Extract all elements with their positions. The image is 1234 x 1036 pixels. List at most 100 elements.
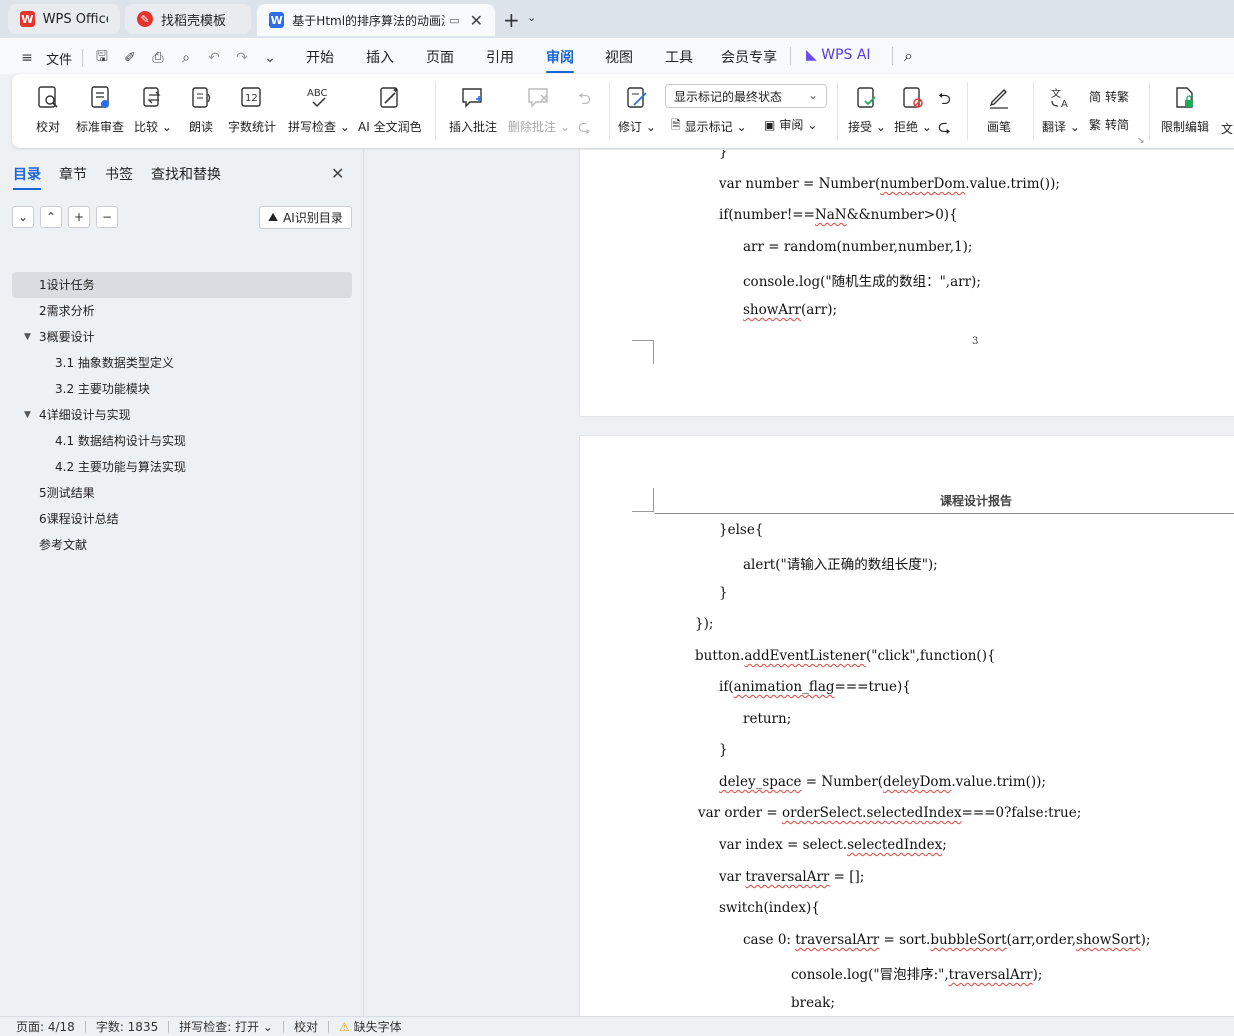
hamburger-icon[interactable]: ≡	[18, 50, 36, 66]
save-icon[interactable]: 🖫	[93, 46, 111, 70]
menu-review[interactable]: 审阅	[546, 47, 574, 73]
ai-polish-button[interactable]: ✦ AI 全文润色	[358, 84, 422, 135]
reject-button[interactable]: 拒绝 ⌄	[894, 84, 932, 135]
new-tab-icon[interactable]: +	[503, 8, 520, 32]
svg-text:✦: ✦	[392, 86, 399, 95]
document-page[interactable]: } var number = Number(numberDom.value.tr…	[580, 150, 1234, 416]
add-heading-button[interactable]: +	[68, 206, 90, 228]
prev-comment-icon[interactable]: ⮌	[578, 88, 591, 115]
code-line: if(animation_flag===true){	[719, 679, 911, 695]
menu-home[interactable]: 开始	[306, 47, 334, 67]
toc-item[interactable]: 2需求分析	[12, 298, 352, 324]
toc-toolbar: ⌄ ⌃ + −	[12, 206, 118, 228]
close-tab-icon[interactable]: ✕	[470, 11, 483, 30]
tab-sections[interactable]: 章节	[59, 164, 87, 190]
accept-label: 接受 ⌄	[848, 120, 886, 134]
spell-check-button[interactable]: ABC 拼写检查 ⌄	[288, 84, 350, 135]
next-change-icon[interactable]: ⮎	[938, 116, 951, 143]
menu-member[interactable]: 会员专享	[721, 47, 777, 67]
tab-toc[interactable]: 目录	[13, 164, 41, 190]
status-page[interactable]: 页面: 4/18	[0, 1018, 85, 1035]
review-pane-button[interactable]: ▣ 审阅 ⌄	[764, 116, 817, 133]
print-icon[interactable]: ⎙	[149, 50, 167, 66]
reject-label: 拒绝 ⌄	[894, 120, 932, 134]
standard-review-button[interactable]: 标准审查	[76, 84, 124, 135]
more-ribbon-button[interactable]: 文	[1221, 120, 1233, 137]
traditional-icon: 简	[1089, 90, 1102, 104]
prev-change-icon[interactable]: ⮌	[938, 88, 951, 115]
to-traditional-button[interactable]: 简转繁	[1089, 88, 1129, 105]
read-aloud-button[interactable]: 朗读	[187, 84, 215, 135]
print-preview-icon[interactable]: ⌕	[177, 50, 195, 66]
menu-view[interactable]: 视图	[605, 47, 633, 67]
status-spell-check[interactable]: 拼写检查: 打开 ⌄	[169, 1018, 283, 1035]
search-icon[interactable]: ⌕	[904, 46, 913, 66]
status-missing-font[interactable]: ⚠ 缺失字体	[329, 1018, 412, 1035]
menu-references[interactable]: 引用	[486, 47, 514, 67]
compare-button[interactable]: 比较 ⌄	[134, 84, 172, 135]
show-markup-button[interactable]: 🗎 显示标记 ⌄	[671, 116, 747, 137]
ai-toc-button[interactable]: ⛰ AI识别目录	[259, 206, 352, 229]
toc-item[interactable]: 5测试结果	[12, 480, 352, 506]
status-proof[interactable]: 校对	[284, 1018, 328, 1035]
proofread-button[interactable]: 校对	[34, 84, 62, 135]
close-pane-icon[interactable]: ✕	[331, 164, 344, 183]
remove-heading-button[interactable]: −	[96, 206, 118, 228]
toc-item[interactable]: 3.2 主要功能模块	[12, 376, 352, 402]
review-pane-icon: ▣	[764, 117, 776, 132]
delete-comment-button[interactable]: 删除批注 ⌄	[508, 84, 570, 135]
status-word-count[interactable]: 字数: 1835	[86, 1018, 168, 1035]
word-count-button[interactable]: 12 字数统计	[228, 84, 276, 135]
menu-tools[interactable]: 工具	[665, 47, 693, 67]
more-chevron-icon[interactable]: ⌄	[261, 50, 279, 66]
to-simplified-button[interactable]: 繁转简	[1089, 116, 1129, 133]
tab-template[interactable]: ✎ 找稻壳模板	[125, 4, 251, 34]
divider	[837, 82, 838, 140]
toc-item[interactable]: ▼ 3概要设计	[12, 324, 352, 350]
next-comment-icon[interactable]: ⮎	[578, 116, 591, 143]
toc-item[interactable]: 3.1 抽象数据类型定义	[12, 350, 352, 376]
toc-item[interactable]: 参考文献	[12, 532, 352, 558]
menu-wps-ai[interactable]: ◣ WPS AI	[806, 47, 871, 63]
restrict-edit-button[interactable]: 限制编辑	[1161, 84, 1209, 135]
expand-all-button[interactable]: ⌄	[12, 206, 34, 228]
code-line: var index = select.selectedIndex;	[719, 837, 947, 853]
code-token: deleyDom	[883, 774, 952, 790]
collapse-triangle-icon[interactable]: ▼	[24, 402, 31, 428]
ribbon-expand-icon[interactable]: ↘	[1137, 136, 1145, 146]
document-page[interactable]: 课程设计报告 }else{ alert("请输入正确的数组长度"); } });…	[580, 436, 1234, 1016]
markup-mode-select[interactable]: 显示标记的最终状态 ⌄	[665, 84, 827, 108]
tab-label: 基于Html的排序算法的动画演	[292, 13, 446, 28]
pen-button[interactable]: 画笔	[985, 84, 1013, 135]
tab-bookmarks[interactable]: 书签	[105, 164, 133, 190]
monitor-icon[interactable]: ▭	[449, 14, 459, 27]
toc-item[interactable]: 4.2 主要功能与算法实现	[12, 454, 352, 480]
file-menu[interactable]: 文件	[46, 49, 72, 68]
toc-item[interactable]: 1设计任务	[12, 272, 352, 298]
insert-comment-button[interactable]: 插入批注	[449, 84, 497, 135]
tab-document[interactable]: W 基于Html的排序算法的动画演 ▭ ✕	[257, 4, 495, 36]
to-traditional-label: 转繁	[1105, 90, 1130, 104]
redo-icon[interactable]: ↷	[233, 50, 251, 66]
track-changes-button[interactable]: 修订 ⌄	[618, 84, 656, 135]
toc-item-label: 4.2 主要功能与算法实现	[55, 460, 186, 474]
track-changes-icon	[623, 84, 651, 112]
collapse-all-button[interactable]: ⌃	[40, 206, 62, 228]
translate-button[interactable]: 文A 翻译 ⌄	[1042, 84, 1080, 135]
tab-wps-office[interactable]: W WPS Office	[8, 4, 120, 34]
tab-find-replace[interactable]: 查找和替换	[151, 164, 221, 190]
toc-item[interactable]: 4.1 数据结构设计与实现	[12, 428, 352, 454]
collapse-triangle-icon[interactable]: ▼	[24, 324, 31, 350]
simplified-icon: 繁	[1089, 118, 1102, 132]
toc-item[interactable]: 6课程设计总结	[12, 506, 352, 532]
undo-icon[interactable]: ↶	[205, 50, 223, 66]
accept-button[interactable]: 接受 ⌄	[848, 84, 886, 135]
document-canvas[interactable]: } var number = Number(numberDom.value.tr…	[365, 150, 1234, 1016]
menu-insert[interactable]: 插入	[366, 47, 394, 67]
format-painter-icon[interactable]: ✐	[121, 50, 139, 66]
divider	[1033, 82, 1034, 140]
menu-page[interactable]: 页面	[426, 47, 454, 67]
toc-item[interactable]: ▼ 4详细设计与实现	[12, 402, 352, 428]
chevron-down-icon[interactable]: ⌄	[527, 11, 536, 24]
compare-icon	[139, 84, 167, 112]
